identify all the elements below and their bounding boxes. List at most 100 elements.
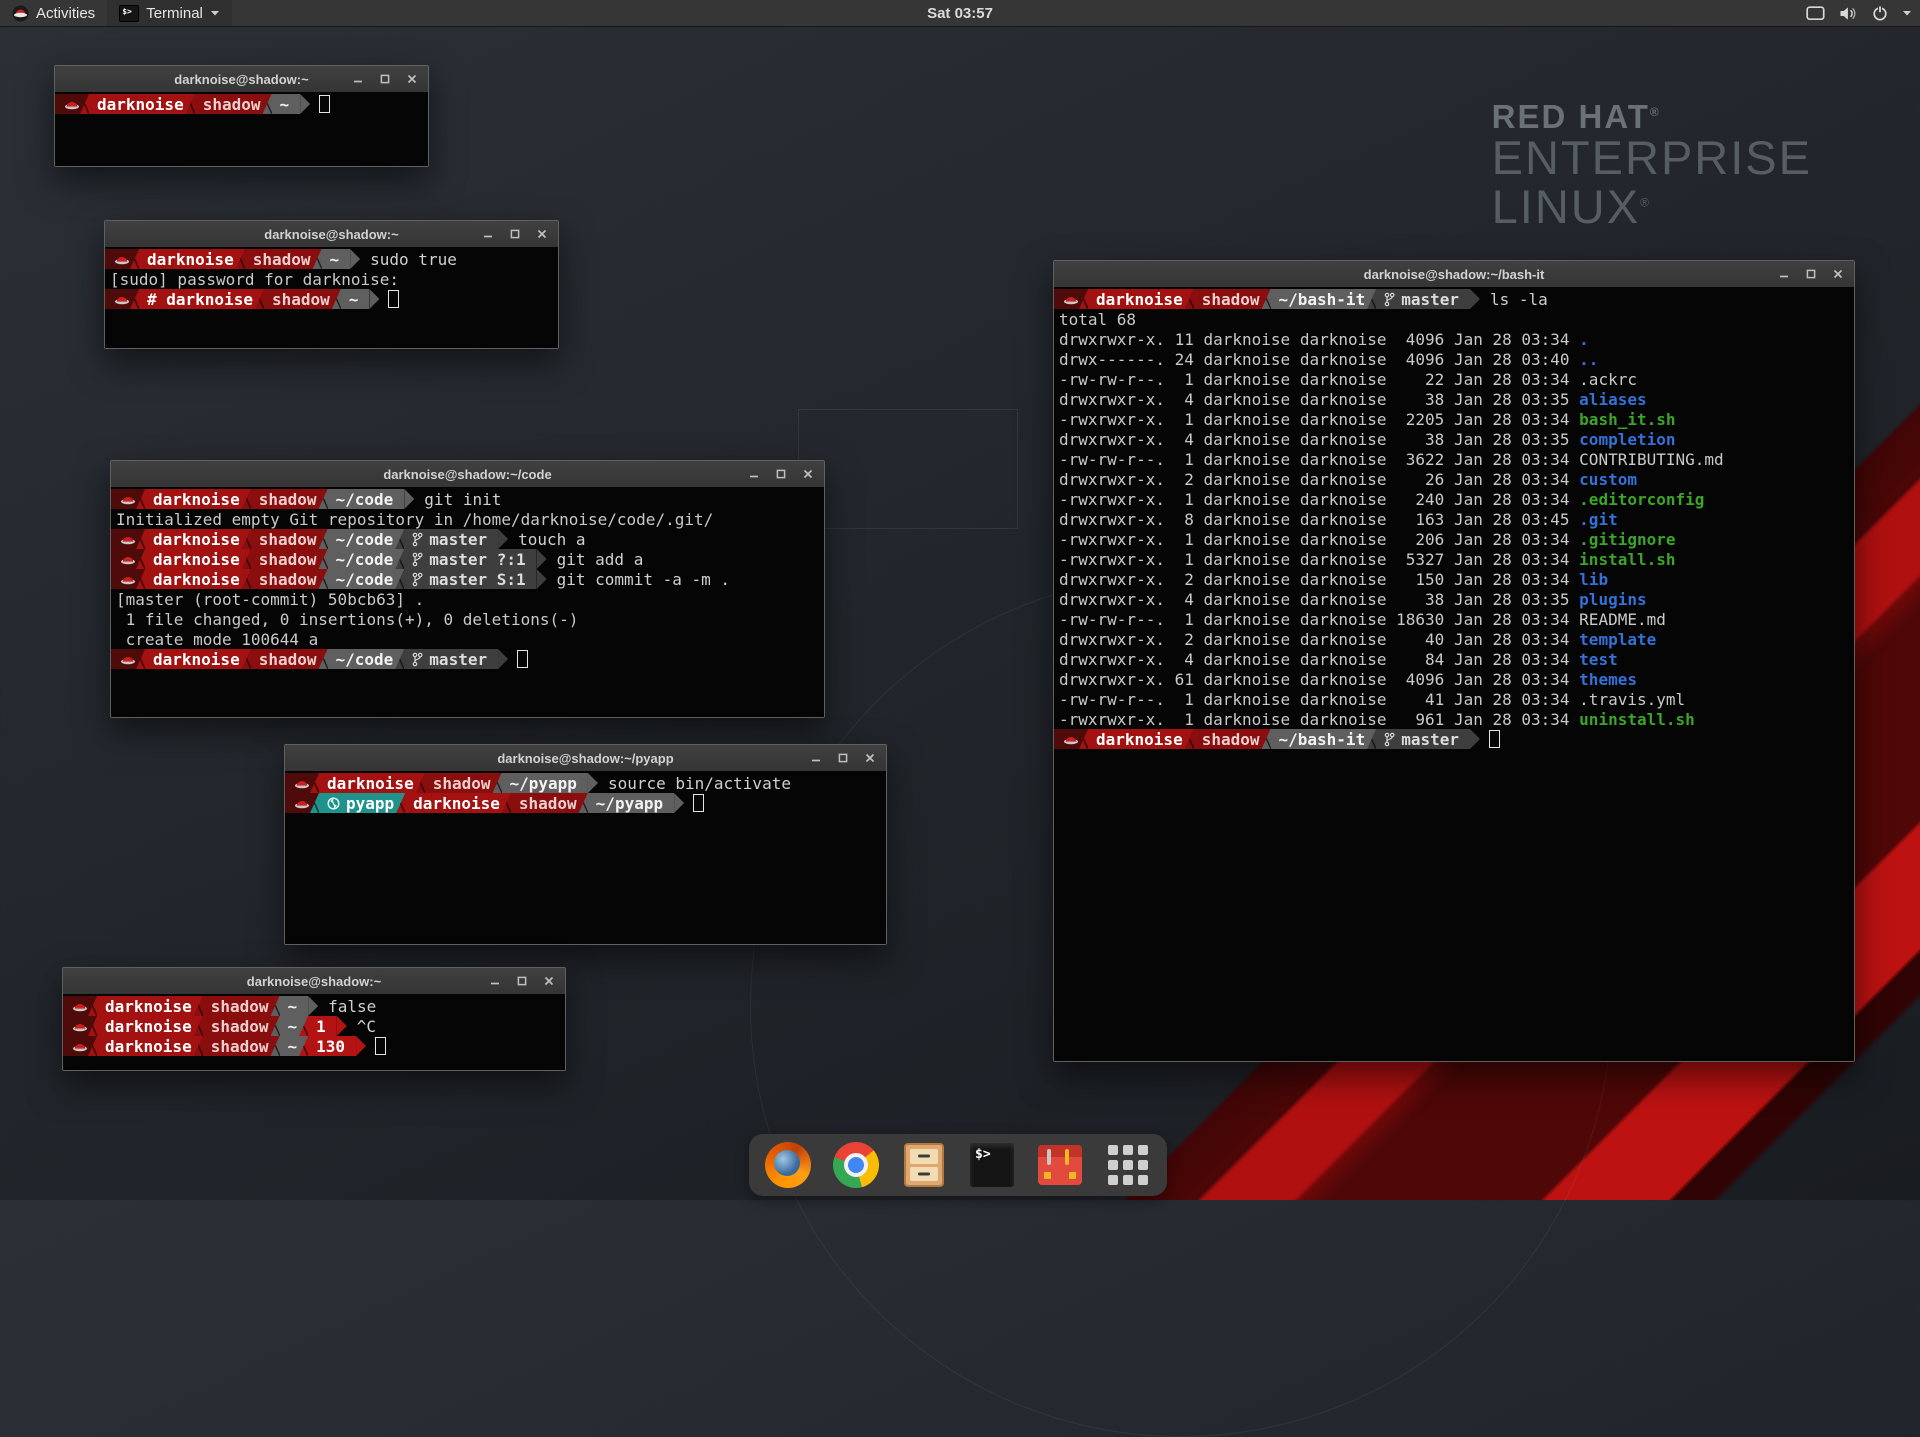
prompt-arrow-cap: [1470, 289, 1480, 309]
segment-text: # darknoise: [147, 290, 253, 309]
dock-item-files[interactable]: [901, 1142, 947, 1188]
file-name: .travis.yml: [1579, 690, 1685, 709]
prompt-segment-user: darknoise: [136, 489, 251, 509]
minimize-button[interactable]: [351, 72, 365, 86]
clock[interactable]: Sat 03:57: [927, 5, 993, 22]
file-meta: drwxrwxr-x. 4 darknoise darknoise 38 Jan…: [1059, 430, 1579, 449]
redhat-icon: [120, 573, 136, 585]
grid-dot: [1108, 1160, 1118, 1170]
window-controls: [809, 745, 877, 771]
maximize-button[interactable]: [1804, 267, 1818, 281]
terminal-content[interactable]: darknoiseshadow~/bash-itmasterls -latota…: [1054, 287, 1854, 1061]
minimize-button[interactable]: [488, 974, 502, 988]
prompt-segment-host: shadow: [242, 529, 328, 549]
close-icon: [544, 976, 554, 986]
maximize-icon: [776, 469, 786, 479]
maximize-button[interactable]: [378, 72, 392, 86]
caret-down-icon: [1902, 9, 1912, 17]
window-title: darknoise@shadow:~: [247, 974, 381, 989]
minimize-button[interactable]: [747, 467, 761, 481]
segment-text: darknoise: [413, 794, 500, 813]
dock: $>: [749, 1134, 1167, 1196]
dock-item-chrome[interactable]: [833, 1142, 879, 1188]
close-icon: [407, 74, 417, 84]
dock-item-firefox[interactable]: [765, 1142, 811, 1188]
registered-mark: ®: [1640, 196, 1651, 210]
prompt-segment-user: darknoise: [88, 996, 203, 1016]
focused-app-menu[interactable]: $> Terminal: [107, 0, 232, 26]
prompt-arrow-cap: [300, 94, 310, 114]
maximize-button[interactable]: [836, 751, 850, 765]
prompt-arrow-cap: [356, 1036, 366, 1056]
maximize-button[interactable]: [515, 974, 529, 988]
close-button[interactable]: [405, 72, 419, 86]
prompt-segment-host: shadow: [194, 996, 280, 1016]
segment-text: master: [1401, 290, 1459, 309]
file-name: plugins: [1579, 590, 1646, 609]
redhat-icon: [294, 797, 310, 809]
terminal-content[interactable]: darknoiseshadow~/codegit initInitialized…: [111, 487, 824, 717]
titlebar[interactable]: darknoise@shadow:~/pyapp: [285, 745, 886, 772]
file-meta: -rwxrwxr-x. 1 darknoise darknoise 206 Ja…: [1059, 530, 1579, 549]
close-button[interactable]: [863, 751, 877, 765]
prompt-arrow-cap: [674, 793, 684, 813]
prompt-line: darknoiseshadow~: [55, 94, 428, 114]
activities-label: Activities: [36, 5, 95, 22]
system-status-area[interactable]: [1806, 0, 1912, 26]
window-sudo: darknoise@shadow:~darknoiseshadow~sudo t…: [104, 220, 559, 349]
minimize-button[interactable]: [481, 227, 495, 241]
terminal-content[interactable]: darknoiseshadow~/pyappsource bin/activat…: [285, 771, 886, 944]
titlebar[interactable]: darknoise@shadow:~: [105, 221, 558, 248]
close-button[interactable]: [1831, 267, 1845, 281]
file-name: CONTRIBUTING.md: [1579, 450, 1724, 469]
file-list-row: -rwxrwxr-x. 1 darknoise darknoise 961 Ja…: [1054, 709, 1854, 729]
segment-text: shadow: [259, 550, 317, 569]
segment-text: shadow: [211, 1017, 269, 1036]
rhel-logo-line2: ENTERPRISE: [1492, 133, 1812, 182]
dock-item-toolbox[interactable]: [1037, 1142, 1083, 1188]
prompt-segment-host: shadow: [242, 569, 328, 589]
segment-text: shadow: [259, 650, 317, 669]
rhel-logo-line3: LINUX®: [1492, 182, 1812, 231]
titlebar[interactable]: darknoise@shadow:~: [55, 66, 428, 93]
prompt-line: darknoiseshadow~/codemaster S:1git commi…: [111, 569, 824, 589]
dock-item-terminal[interactable]: $>: [969, 1142, 1015, 1188]
titlebar[interactable]: darknoise@shadow:~: [63, 968, 565, 995]
grid-dot: [1108, 1145, 1118, 1155]
terminal-content[interactable]: darknoiseshadow~: [55, 92, 428, 166]
file-list-row: drwxrwxr-x. 4 darknoise darknoise 38 Jan…: [1054, 589, 1854, 609]
maximize-button[interactable]: [508, 227, 522, 241]
activities-button[interactable]: Activities: [0, 0, 107, 26]
file-list-row: drwxrwxr-x. 61 darknoise darknoise 4096 …: [1054, 669, 1854, 689]
titlebar[interactable]: darknoise@shadow:~/bash-it: [1054, 261, 1854, 288]
prompt-segment-path: ~/code: [319, 649, 405, 669]
file-name: ..: [1579, 350, 1598, 369]
terminal-content[interactable]: darknoiseshadow~sudo true[sudo] password…: [105, 247, 558, 348]
minimize-button[interactable]: [809, 751, 823, 765]
file-meta: drwxrwxr-x. 8 darknoise darknoise 163 Ja…: [1059, 510, 1579, 529]
close-button[interactable]: [535, 227, 549, 241]
terminal-cursor: [693, 794, 704, 812]
git-branch-icon: [412, 572, 423, 587]
redhat-icon: [114, 253, 130, 265]
maximize-button[interactable]: [774, 467, 788, 481]
close-button[interactable]: [801, 467, 815, 481]
titlebar[interactable]: darknoise@shadow:~/code: [111, 461, 824, 488]
terminal-content[interactable]: darknoiseshadow~falsedarknoiseshadow~1^C…: [63, 994, 565, 1070]
segment-text: ~/code: [336, 550, 394, 569]
segment-text: shadow: [253, 250, 311, 269]
file-list-row: drwxrwxr-x. 2 darknoise darknoise 26 Jan…: [1054, 469, 1854, 489]
segment-text: shadow: [259, 490, 317, 509]
minimize-button[interactable]: [1777, 267, 1791, 281]
prompt-line: darknoiseshadow~false: [63, 996, 565, 1016]
file-name: bash_it.sh: [1579, 410, 1675, 429]
file-meta: drwxrwxr-x. 2 darknoise darknoise 26 Jan…: [1059, 470, 1579, 489]
close-button[interactable]: [542, 974, 556, 988]
prompt-segment-host: shadow: [186, 94, 272, 114]
segment-text: shadow: [259, 570, 317, 589]
segment-text: ~: [280, 95, 290, 114]
prompt-segment-host: shadow: [416, 773, 502, 793]
segment-text: ~/code: [336, 570, 394, 589]
dock-item-app-grid[interactable]: [1105, 1142, 1151, 1188]
segment-text: darknoise: [147, 250, 234, 269]
